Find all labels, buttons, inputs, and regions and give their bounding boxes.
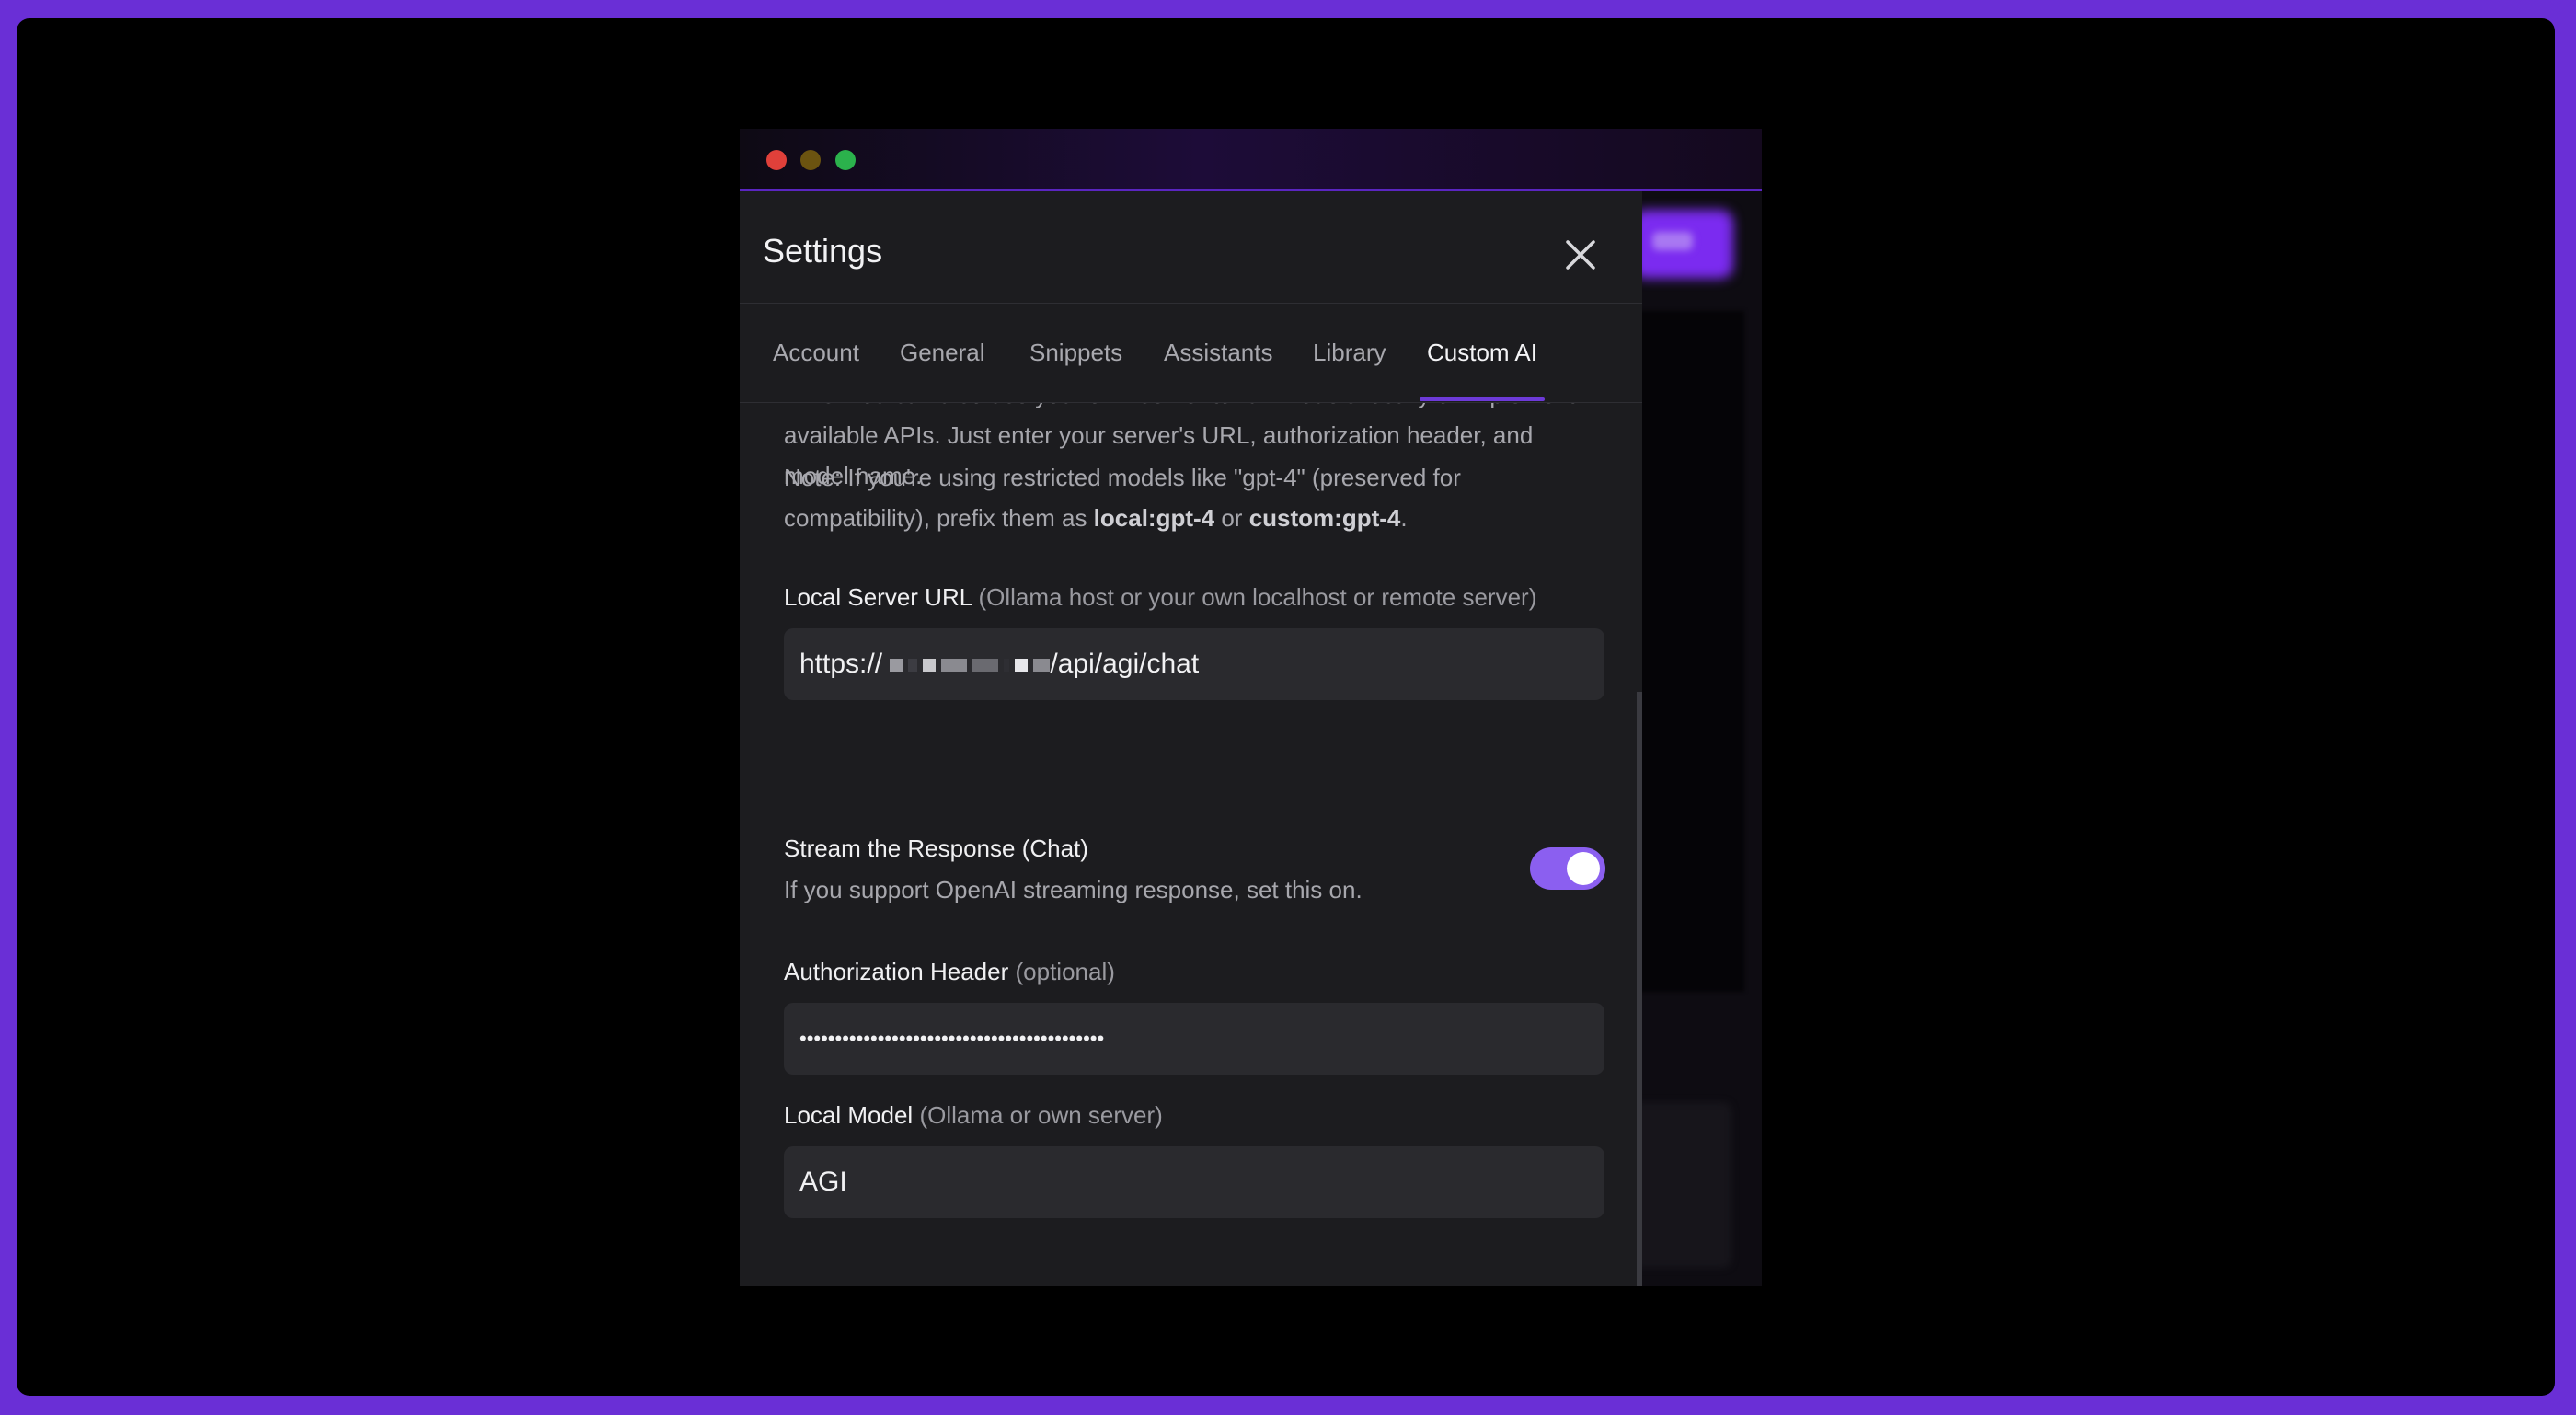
auth-header-label-text: Authorization Header xyxy=(784,958,1009,985)
window-minimize-button[interactable] xyxy=(800,150,821,170)
local-model-label-text: Local Model xyxy=(784,1101,914,1129)
tab-snippets[interactable]: Snippets xyxy=(1029,304,1122,399)
server-url-label-text: Local Server URL xyxy=(784,583,972,611)
tab-assistants[interactable]: Assistants xyxy=(1164,304,1273,399)
dialog-title: Settings xyxy=(763,232,883,270)
tab-library[interactable]: Library xyxy=(1313,304,1386,399)
note-end: . xyxy=(1400,504,1408,532)
local-model-input[interactable]: AGI xyxy=(784,1146,1604,1218)
window-close-button[interactable] xyxy=(766,150,787,170)
redacted-host xyxy=(890,649,1051,679)
background-button-label xyxy=(1652,232,1693,250)
stream-title: Stream the Response (Chat) xyxy=(784,834,1088,862)
tab-custom-ai[interactable]: Custom AI xyxy=(1427,304,1537,399)
auth-header-label: Authorization Header (optional) xyxy=(784,958,1115,986)
server-url-suffix: /api/agi/chat xyxy=(1050,649,1200,679)
local-model-label: Local Model (Ollama or own server) xyxy=(784,1101,1163,1130)
window-titlebar xyxy=(740,129,1762,191)
app-window: Settings Account General Snippets Assist… xyxy=(740,129,1762,1286)
note-text: Note: If you're using restricted models … xyxy=(784,457,1603,538)
auth-header-hint: (optional) xyxy=(1015,958,1115,985)
screen: Settings Account General Snippets Assist… xyxy=(17,18,2555,1396)
dialog-scrollbar[interactable] xyxy=(1637,692,1642,1286)
local-model-hint: (Ollama or own server) xyxy=(919,1101,1163,1129)
settings-dialog: Settings Account General Snippets Assist… xyxy=(740,191,1642,1286)
stream-toggle[interactable] xyxy=(1530,847,1605,890)
server-url-label: Local Server URL (Ollama host or your ow… xyxy=(784,583,1536,612)
custom-ai-panel: APIs. You can also use your own server t… xyxy=(740,403,1642,1286)
stream-description: If you support OpenAI streaming response… xyxy=(784,876,1363,903)
toggle-knob xyxy=(1567,852,1600,885)
tab-general[interactable]: General xyxy=(900,304,985,399)
server-url-input[interactable]: https:// /api/agi/chat xyxy=(784,628,1604,700)
auth-header-input[interactable]: ••••••••••••••••••••••••••••••••••••••••… xyxy=(784,1003,1604,1075)
server-url-prefix: https:// xyxy=(799,649,883,679)
server-url-hint: (Ollama host or your own localhost or re… xyxy=(978,583,1537,611)
close-icon[interactable] xyxy=(1562,236,1599,273)
window-maximize-button[interactable] xyxy=(835,150,856,170)
note-local-model: local:gpt-4 xyxy=(1093,504,1215,532)
tab-account[interactable]: Account xyxy=(773,304,859,399)
note-or: or xyxy=(1214,504,1249,532)
active-tab-indicator xyxy=(1420,397,1545,401)
background-input-box xyxy=(1630,1102,1731,1268)
note-custom-model: custom:gpt-4 xyxy=(1248,504,1401,532)
